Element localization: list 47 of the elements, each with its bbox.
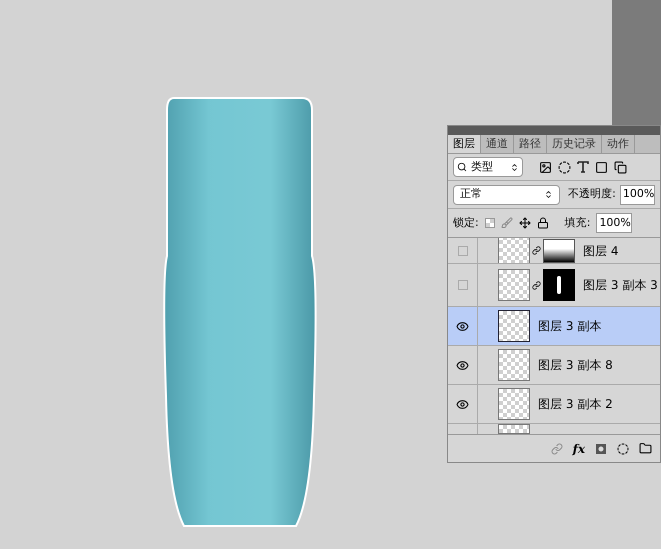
mask-thumbnail[interactable] [543, 269, 575, 301]
stepper-icon [510, 162, 519, 172]
opacity-field[interactable]: 100% [620, 184, 655, 204]
folder-icon[interactable] [639, 442, 652, 455]
lock-icon[interactable] [536, 217, 549, 229]
blend-mode-dropdown[interactable]: 正常 [453, 184, 560, 204]
mask-icon[interactable] [595, 442, 607, 454]
layer-name: 图层 3 副本 8 [538, 357, 613, 374]
mask-thumbnail[interactable] [543, 238, 575, 262]
move-icon[interactable] [518, 217, 531, 229]
adjustment-icon[interactable] [617, 442, 629, 454]
filter-dropdown[interactable]: 类型 [453, 157, 523, 177]
layer-row[interactable]: 图层 3 副本 3 [448, 264, 660, 307]
layer-name: 图层 3 副本 [538, 318, 602, 335]
stepper-icon [544, 190, 554, 199]
lock-transparency-icon[interactable] [484, 218, 495, 228]
layer-name: 图层 4 [583, 242, 618, 260]
eye-icon[interactable] [456, 398, 469, 410]
smart-object-icon[interactable] [614, 160, 627, 174]
layer-thumbnail [498, 388, 530, 420]
effects-button[interactable]: fx [572, 440, 585, 458]
layer-row[interactable]: 图层 3 副本 [448, 307, 660, 346]
fill-field[interactable]: 100% [596, 213, 632, 233]
layer-name: 图层 3 副本 2 [538, 396, 613, 413]
layer-name: 图层 3 副本 3 [583, 277, 658, 294]
lock-label: 锁定: [453, 214, 479, 231]
link-icon [532, 280, 541, 290]
panel-tab[interactable]: 图层 [448, 135, 481, 153]
eye-icon[interactable] [456, 358, 469, 372]
layer-row[interactable]: 图层 4 [448, 238, 660, 264]
visibility-toggle[interactable] [458, 246, 468, 256]
layer-thumbnail [498, 349, 530, 381]
layer-thumbnail [498, 269, 530, 301]
layer-thumbnail [498, 424, 530, 434]
layer-thumbnail [498, 238, 530, 263]
opacity-label: 不透明度: [568, 186, 616, 202]
eye-icon[interactable] [456, 320, 469, 332]
link-icon [532, 246, 541, 255]
visibility-toggle[interactable] [458, 280, 468, 290]
type-icon[interactable] [577, 161, 589, 173]
fill-label: 填充: [564, 214, 590, 231]
layer-row[interactable]: 图层 3 副本 8 [448, 346, 660, 385]
search-icon [457, 162, 467, 172]
layer-row[interactable]: 图层 3 副本 2 [448, 385, 660, 424]
transform-icon[interactable] [595, 160, 608, 174]
layer-thumbnail [498, 310, 530, 342]
image-icon[interactable] [539, 160, 552, 174]
